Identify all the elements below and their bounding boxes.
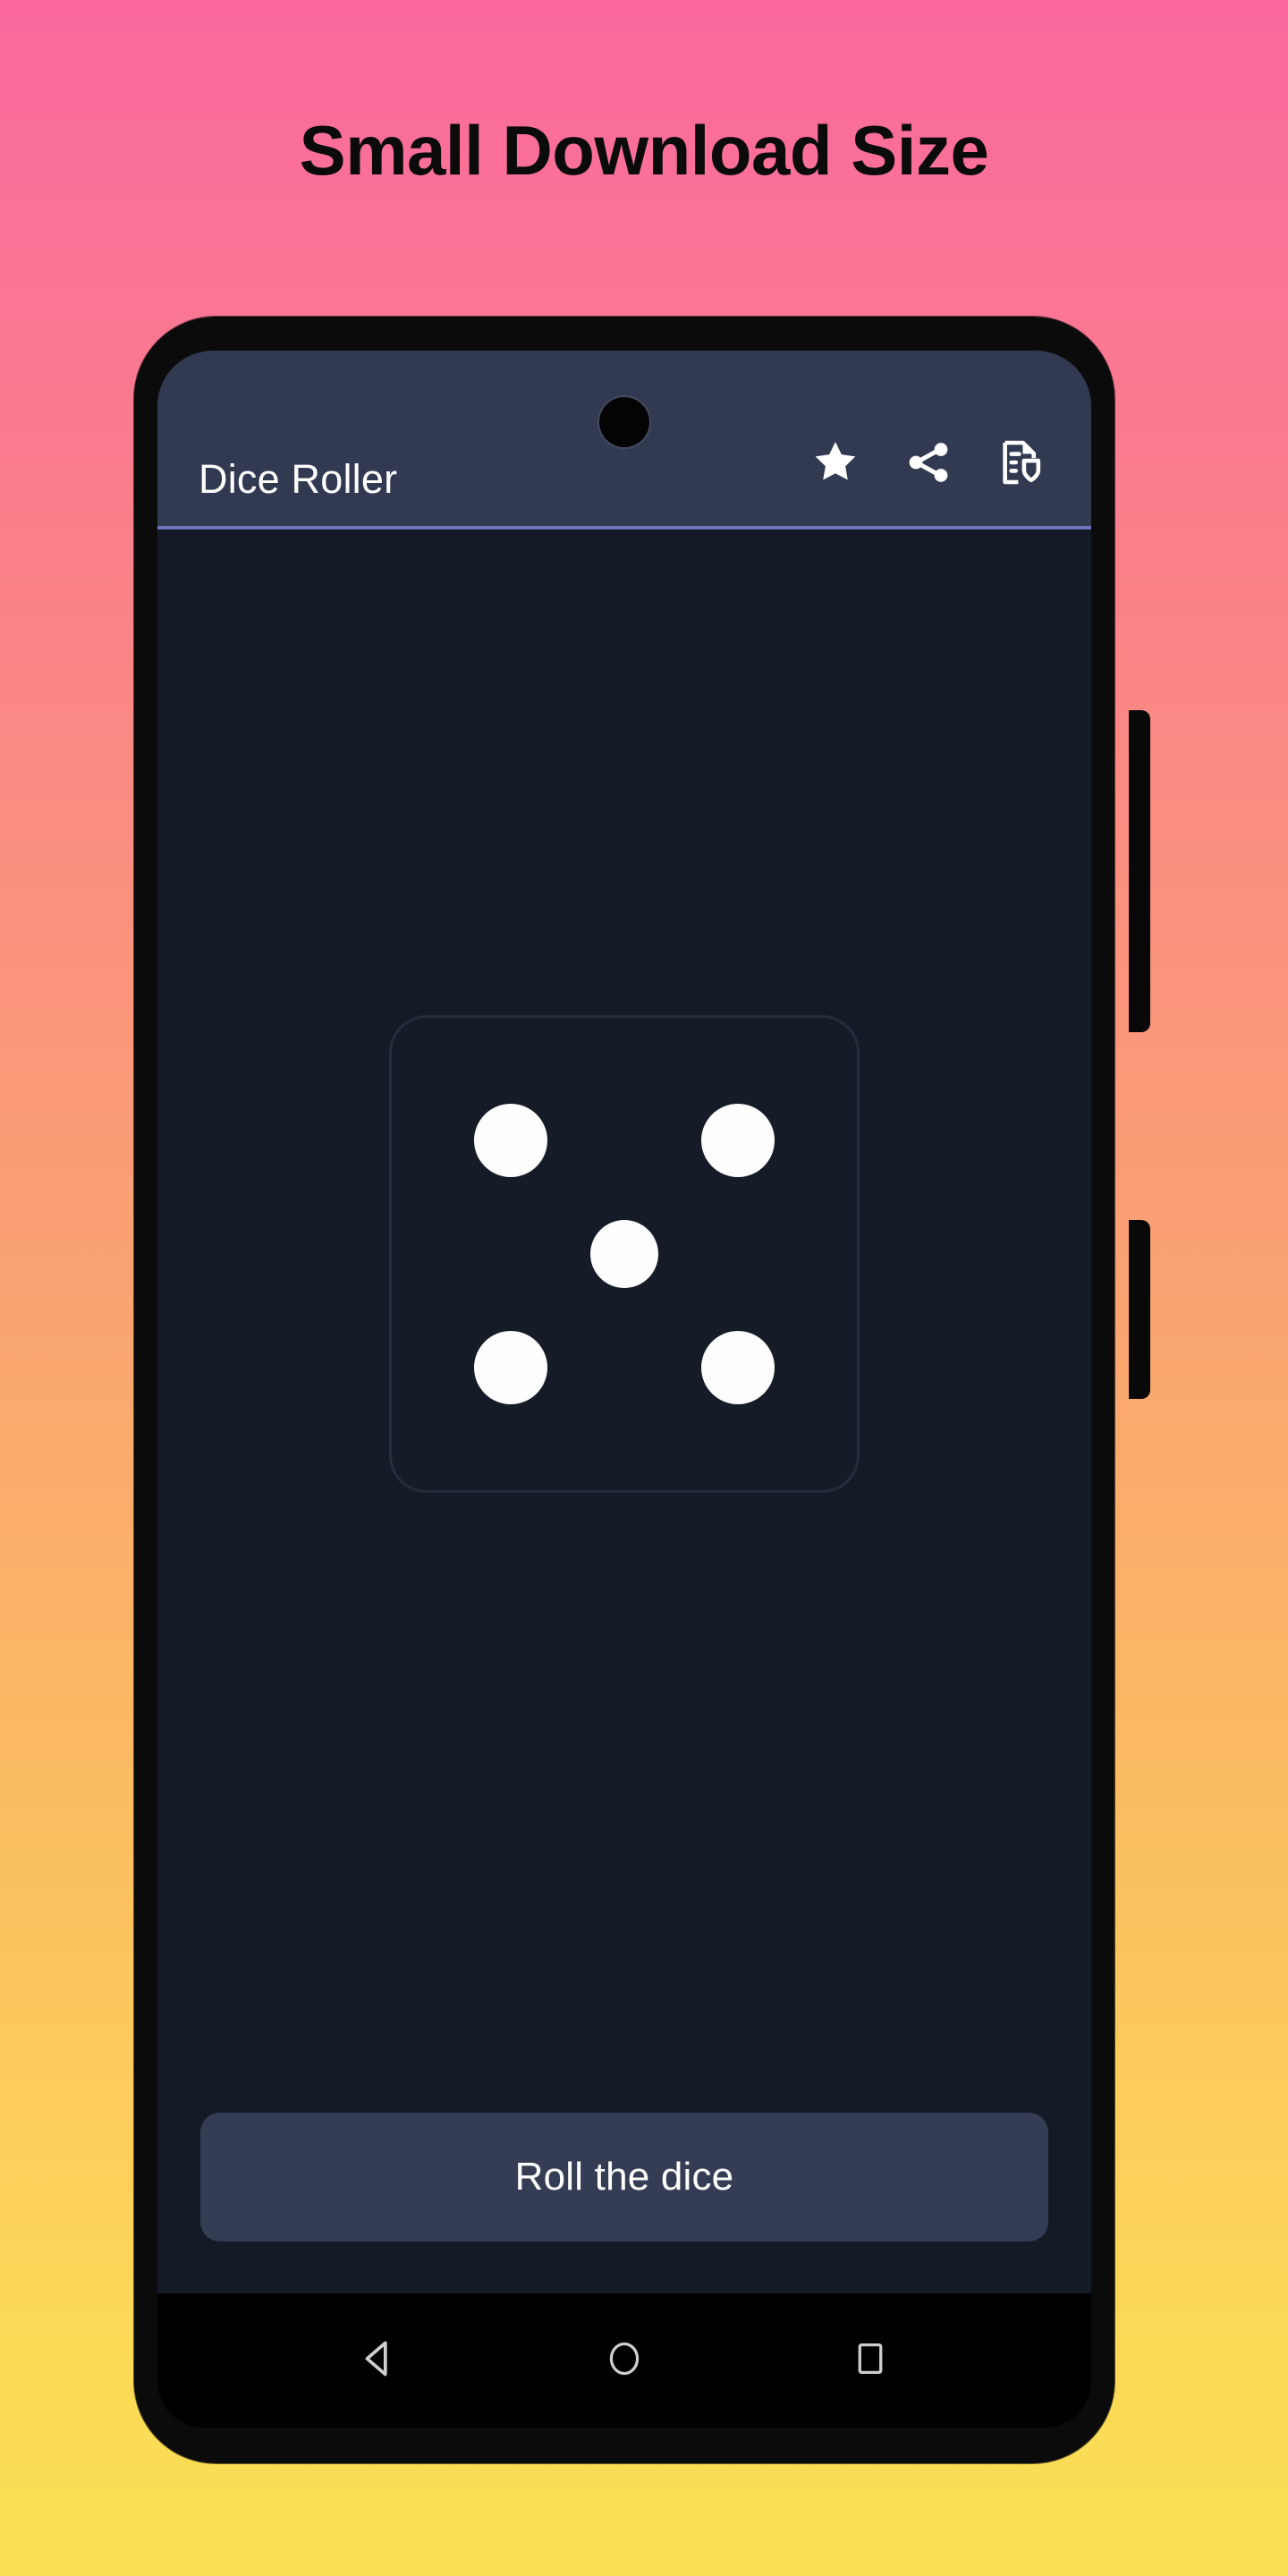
privacy-policy-button[interactable] [975, 422, 1068, 503]
promo-headline: Small Download Size [299, 111, 989, 190]
app-title: Dice Roller [199, 456, 398, 502]
android-nav-bar [157, 2293, 1091, 2428]
power-button[interactable] [1129, 710, 1150, 1032]
phone-screen: Dice Roller Roll the dice [157, 351, 1091, 2428]
share-icon [903, 437, 953, 487]
die-pip [701, 1104, 775, 1177]
privacy-policy-icon [996, 436, 1047, 488]
die-pip [701, 1331, 775, 1404]
app-content: Roll the dice [157, 530, 1091, 2293]
star-icon [810, 437, 860, 487]
app-bar: Dice Roller [157, 351, 1091, 530]
die-pip [474, 1104, 547, 1177]
nav-back-button[interactable] [329, 2311, 428, 2410]
nav-home-button[interactable] [575, 2311, 674, 2410]
rate-button[interactable] [789, 422, 882, 503]
die-pip [590, 1220, 658, 1288]
share-button[interactable] [882, 422, 975, 503]
die-pip [474, 1331, 547, 1404]
phone-mockup: Dice Roller Roll the dice [134, 317, 1154, 2463]
die-face[interactable] [389, 1015, 860, 1493]
recents-icon [851, 2339, 890, 2383]
roll-the-dice-button[interactable]: Roll the dice [200, 2113, 1048, 2241]
back-icon [355, 2335, 402, 2386]
phone-body: Dice Roller Roll the dice [134, 317, 1114, 2463]
dice-area [157, 530, 1091, 2113]
volume-button[interactable] [1129, 1220, 1150, 1399]
home-icon [604, 2338, 645, 2384]
promo-screenshot: Small Download Size Dice Roller Roll the… [0, 0, 1288, 2576]
nav-recents-button[interactable] [821, 2311, 919, 2410]
punch-hole-camera-icon [599, 397, 649, 447]
